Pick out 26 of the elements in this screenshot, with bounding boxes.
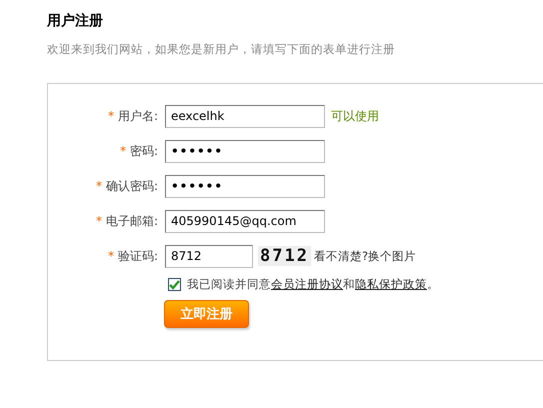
privacy-link[interactable]: 隐私保护政策 bbox=[355, 277, 427, 292]
field-label: 验证码: bbox=[118, 248, 158, 264]
input-field[interactable]: 405990145@qq.com bbox=[165, 210, 325, 232]
checkbox[interactable] bbox=[168, 278, 181, 291]
field-label: 用户名: bbox=[118, 108, 158, 124]
availability-text: 可以使用 bbox=[331, 108, 379, 124]
field-label: 确认密码: bbox=[106, 178, 158, 194]
input-field[interactable]: eexcelhk bbox=[165, 104, 325, 128]
password-field[interactable]: •••••• bbox=[165, 174, 325, 198]
conjunction-text: 和 bbox=[343, 277, 355, 292]
period-text: 。 bbox=[427, 277, 439, 292]
page-title: 用户注册 bbox=[47, 12, 103, 30]
agreement-text: 我已阅读并同意 bbox=[187, 277, 271, 292]
password-field[interactable]: •••••• bbox=[165, 140, 325, 162]
field-label: 密码: bbox=[130, 142, 158, 160]
refresh-link[interactable]: 看不清楚?换个图片 bbox=[314, 248, 416, 264]
agreement-link[interactable]: 会员注册协议 bbox=[271, 277, 343, 292]
required-mark: * bbox=[96, 179, 102, 193]
field-label: 电子邮箱: bbox=[106, 212, 158, 230]
captcha-field[interactable]: 8712 bbox=[165, 244, 253, 268]
required-mark: * bbox=[108, 109, 114, 123]
required-mark: * bbox=[120, 144, 126, 158]
intro-text: 欢迎来到我们网站，如果您是新用户，请填写下面的表单进行注册 bbox=[47, 42, 395, 57]
required-mark: * bbox=[96, 214, 102, 228]
required-mark: * bbox=[108, 249, 114, 263]
captcha-image[interactable]: 8712 bbox=[258, 246, 311, 266]
